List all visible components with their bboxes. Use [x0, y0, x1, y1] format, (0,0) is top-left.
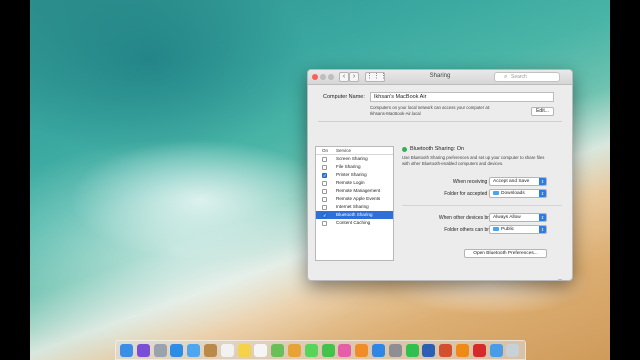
reminders-icon[interactable] — [254, 344, 268, 357]
service-label: Printer Sharing — [336, 172, 367, 177]
service-row[interactable]: File Sharing — [316, 163, 393, 171]
notes-icon[interactable] — [237, 344, 251, 357]
checkbox-unchecked[interactable] — [322, 196, 327, 202]
service-label: Remote Management — [336, 188, 381, 193]
checkbox-unchecked[interactable] — [322, 164, 327, 170]
folder-browse-label: Folder others can browse: — [444, 227, 502, 233]
service-list-header: On Service — [316, 147, 393, 155]
search-input[interactable]: ⌕ Search — [494, 72, 560, 82]
receiving-items-popup[interactable]: Accept and Save ⇕ — [489, 177, 547, 186]
dock — [115, 340, 526, 360]
status-desc-line2: with other Bluetooth-enabled computers a… — [402, 161, 504, 166]
messages-icon[interactable] — [304, 344, 318, 357]
search-icon: ⌕ — [504, 74, 508, 80]
checkbox-unchecked[interactable] — [322, 220, 327, 226]
column-on: On — [322, 148, 329, 153]
computer-name-field[interactable]: Ikhsan's MacBook Air — [370, 92, 554, 102]
service-row[interactable]: Internet Sharing — [316, 203, 393, 211]
search-placeholder: Search — [511, 74, 527, 80]
divider — [318, 121, 562, 122]
sharing-pane: Computer Name: Ikhsan's MacBook Air Comp… — [308, 85, 572, 280]
help-button[interactable]: ? — [556, 279, 564, 280]
vlc-icon[interactable] — [456, 344, 469, 357]
browse-value: Always Allow — [493, 215, 521, 220]
column-service: Service — [336, 148, 352, 153]
open-bluetooth-preferences-button[interactable]: Open Bluetooth Preferences... — [464, 249, 547, 258]
chevron-updown-icon: ⇕ — [539, 214, 546, 221]
status-description: Use Bluetooth Sharing preferences and se… — [402, 155, 562, 167]
service-label: Internet Sharing — [336, 204, 369, 209]
record-icon[interactable] — [472, 344, 486, 357]
preferences-icon[interactable] — [388, 344, 402, 357]
checkbox-unchecked[interactable] — [322, 180, 327, 186]
powerpoint-icon[interactable] — [439, 344, 453, 357]
service-row[interactable]: Remote Apple Events — [316, 195, 393, 203]
siri-icon[interactable] — [136, 344, 150, 357]
computer-desc-line2: Ikhsans-MacBook-Air.local — [370, 111, 421, 116]
downloads-icon[interactable] — [489, 344, 503, 357]
contacts-icon[interactable] — [204, 344, 217, 357]
service-label: Remote Login — [336, 180, 365, 185]
chevron-updown-icon: ⇕ — [539, 226, 546, 233]
status-text: Bluetooth Sharing: On — [410, 146, 465, 152]
sharing-window: ‹ › ⋮⋮⋮ Sharing ⌕ Search Computer Name: … — [307, 69, 573, 281]
checkbox-checked[interactable]: ✓ — [322, 172, 327, 178]
checkbox-unchecked[interactable] — [322, 204, 327, 210]
photos-icon[interactable] — [288, 344, 301, 357]
service-row[interactable]: ✓ Bluetooth Sharing — [316, 211, 393, 219]
browse-label: When other devices browse: — [438, 215, 502, 221]
calendar-icon[interactable] — [220, 344, 234, 357]
folder-accepted-label: Folder for accepted items: — [444, 191, 502, 197]
receiving-items-label: When receiving items: — [452, 179, 502, 185]
wallpaper-foam — [70, 140, 330, 260]
checkbox-unchecked[interactable] — [322, 156, 327, 162]
receiving-items-value: Accept and Save — [493, 179, 530, 184]
finder-icon[interactable] — [120, 344, 133, 357]
chevron-updown-icon: ⇕ — [539, 190, 546, 197]
service-row[interactable]: Remote Management — [316, 187, 393, 195]
service-label: Remote Apple Events — [336, 196, 381, 201]
word-icon[interactable] — [422, 344, 436, 357]
service-row[interactable]: ✓ Printer Sharing — [316, 171, 393, 179]
computer-name-description: Computers on your local network can acce… — [370, 105, 530, 117]
mail-icon[interactable] — [187, 344, 201, 357]
folder-accepted-popup[interactable]: Downloads ⇕ — [489, 189, 547, 198]
computer-name-label: Computer Name: — [323, 94, 365, 100]
status-indicator-icon — [402, 147, 407, 152]
checkbox-checked[interactable]: ✓ — [322, 212, 327, 218]
safari-icon[interactable] — [170, 344, 184, 357]
appstore-icon[interactable] — [372, 344, 385, 357]
ibooks-icon[interactable] — [355, 344, 369, 357]
folder-icon — [493, 190, 499, 195]
service-label: File Sharing — [336, 164, 361, 169]
whatsapp-icon[interactable] — [405, 344, 419, 357]
chevron-updown-icon: ⇕ — [539, 178, 546, 185]
browse-popup[interactable]: Always Allow ⇕ — [489, 213, 547, 222]
folder-browse-value: Public — [501, 227, 515, 232]
service-row[interactable]: Content Caching — [316, 219, 393, 227]
itunes-icon[interactable] — [338, 344, 352, 357]
service-label: Screen Sharing — [336, 156, 368, 161]
edit-button[interactable]: Edit... — [531, 107, 554, 116]
service-row[interactable]: Screen Sharing — [316, 155, 393, 163]
divider — [402, 205, 562, 206]
folder-icon — [493, 226, 499, 231]
facetime-icon[interactable] — [321, 344, 335, 357]
folder-accepted-value: Downloads — [501, 191, 525, 196]
trash-icon[interactable] — [506, 344, 520, 357]
launchpad-icon[interactable] — [153, 344, 167, 357]
maps-icon[interactable] — [271, 344, 285, 357]
service-row[interactable]: Remote Login — [316, 179, 393, 187]
title-bar[interactable]: ‹ › ⋮⋮⋮ Sharing ⌕ Search — [308, 70, 572, 85]
service-label: Bluetooth Sharing — [336, 212, 373, 217]
wallpaper-deep-water — [30, 0, 310, 160]
service-label: Content Caching — [336, 220, 371, 225]
folder-browse-popup[interactable]: Public ⇕ — [489, 225, 547, 234]
service-list[interactable]: On Service Screen Sharing File Sharing ✓ Pr… — [315, 146, 394, 261]
checkbox-unchecked[interactable] — [322, 188, 327, 194]
